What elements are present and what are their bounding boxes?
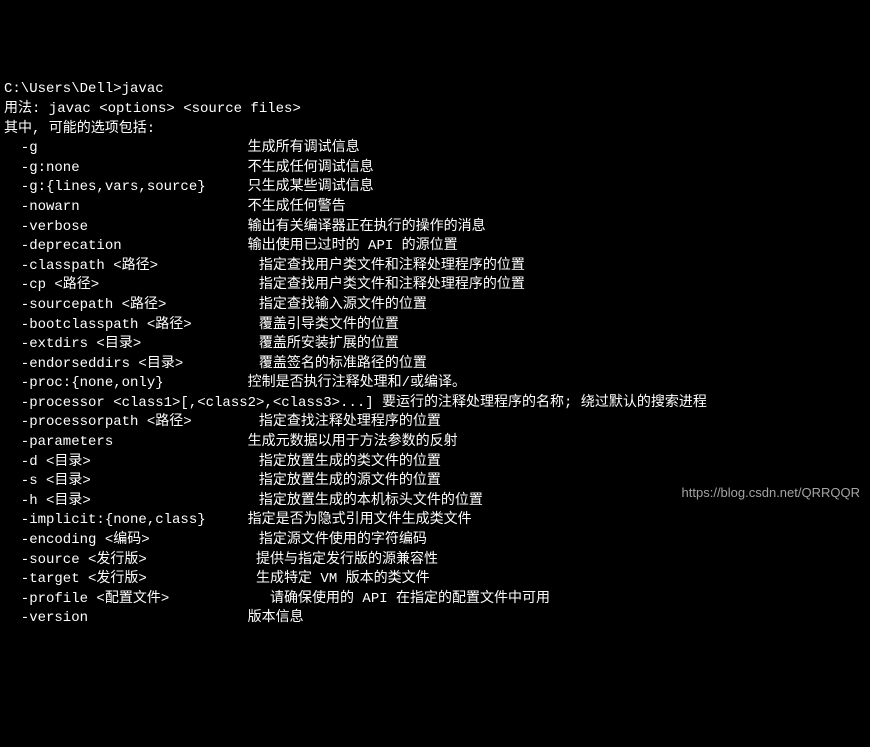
watermark-text: https://blog.csdn.net/QRRQQR: [682, 484, 860, 502]
terminal-output: C:\Users\Dell>javac 用法: javac <options> …: [4, 80, 866, 629]
